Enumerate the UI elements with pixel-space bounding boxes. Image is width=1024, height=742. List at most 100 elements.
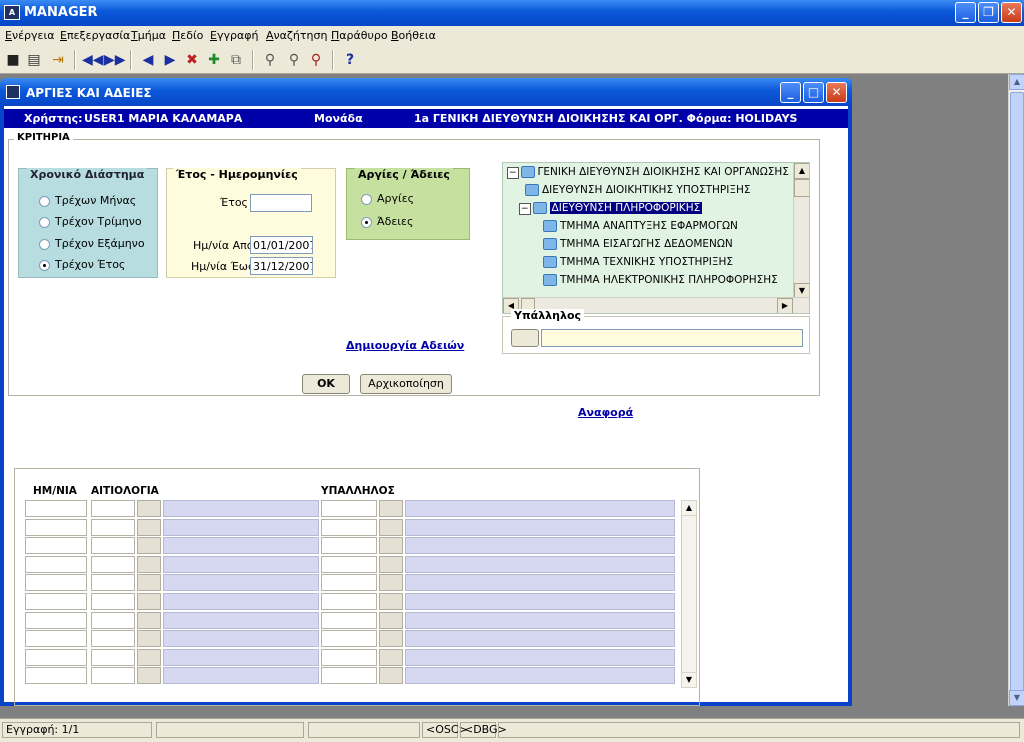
period-option-quarter[interactable]: Τρέχον Τρίμηνο [39,215,142,228]
reason-description-cell[interactable] [163,574,319,592]
reason-description-cell[interactable] [163,537,319,555]
reason-lookup-button[interactable] [137,667,161,685]
window-maximize-icon[interactable]: □ [803,82,824,103]
employee-name-cell[interactable] [405,574,675,592]
employee-lookup-button[interactable] [379,537,403,555]
minimize-icon[interactable]: _ [955,2,976,23]
date-cell[interactable] [25,648,87,666]
employee-name-cell[interactable] [405,537,675,555]
date-cell[interactable] [25,555,87,573]
menu-help[interactable]: Βοήθεια [391,29,436,42]
main-vertical-scrollbar[interactable]: ▲ ▼ [1008,74,1024,706]
employee-lookup-button[interactable] [511,329,539,347]
date-cell[interactable] [25,574,87,592]
date-cell[interactable] [25,593,87,610]
employee-code-cell[interactable] [321,518,377,536]
reason-description-cell[interactable] [163,630,319,648]
reason-code-cell[interactable] [91,500,135,517]
scroll-down-icon[interactable]: ▼ [681,672,697,688]
reason-code-cell[interactable] [91,555,135,573]
reason-code-cell[interactable] [91,648,135,666]
cancel-query-icon[interactable]: ⚲ [306,50,326,70]
create-leaves-link[interactable]: Δημιουργία Αδειών [346,339,464,352]
query-icon[interactable]: ⚲ [260,50,280,70]
period-option-semester[interactable]: Τρέχον Εξάμηνο [39,237,145,250]
reason-lookup-button[interactable] [137,574,161,592]
employee-code-cell[interactable] [321,500,377,517]
employee-name-cell[interactable] [405,500,675,517]
period-option-month[interactable]: Τρέχων Μήνας [39,194,136,207]
scroll-up-icon[interactable]: ▲ [794,163,809,179]
scroll-right-icon[interactable]: ▶ [777,298,793,313]
reason-lookup-button[interactable] [137,555,161,573]
save-icon[interactable]: ■ [3,50,23,70]
restore-icon[interactable]: ❐ [978,2,999,23]
reason-lookup-button[interactable] [137,611,161,629]
employee-code-cell[interactable] [321,555,377,573]
delete-record-icon[interactable]: ✖ [182,50,202,70]
tree-node[interactable]: ΤΜΗΜΑ ΕΙΣΑΓΩΓΗΣ ΔΕΔΟΜΕΝΩΝ [505,235,795,253]
date-cell[interactable] [25,630,87,648]
from-date-input[interactable]: 01/01/2007 [250,236,313,254]
report-link[interactable]: Αναφορά [578,406,633,419]
reason-lookup-button[interactable] [137,518,161,536]
reason-description-cell[interactable] [163,648,319,666]
reason-description-cell[interactable] [163,611,319,629]
tree-node[interactable]: ΔΙΕΥΘΥΝΣΗ ΔΙΟΙΚΗΤΙΚΗΣ ΥΠΟΣΤΗΡΙΞΗΣ [505,181,795,199]
employee-input[interactable] [541,329,803,347]
radio-icon[interactable] [39,195,50,207]
tree-node[interactable]: ΤΜΗΜΑ ΤΕΧΝΙΚΗΣ ΥΠΟΣΤΗΡΙΞΗΣ [505,253,795,271]
grid-vertical-scrollbar[interactable]: ▲ ▼ [681,500,697,688]
menu-section[interactable]: Τμήμα [131,29,166,42]
close-icon[interactable]: ✕ [1001,2,1022,23]
employee-lookup-button[interactable] [379,611,403,629]
date-cell[interactable] [25,537,87,555]
reason-description-cell[interactable] [163,593,319,610]
year-input[interactable] [250,194,312,212]
menu-field[interactable]: Πεδίο [172,29,203,42]
option-holidays[interactable]: Αργίες [361,192,414,205]
reason-code-cell[interactable] [91,611,135,629]
insert-record-icon[interactable]: ✚ [204,50,224,70]
reason-lookup-button[interactable] [137,648,161,666]
tree-node-selected[interactable]: − ΔΙΕΥΘΥΝΣΗ ΠΛΗΡΟΦΟΡΙΚΗΣ [505,199,795,217]
employee-name-cell[interactable] [405,648,675,666]
reset-button[interactable]: Αρχικοποίηση [360,374,452,394]
reason-lookup-button[interactable] [137,630,161,648]
scroll-down-icon[interactable]: ▼ [1009,690,1024,706]
employee-code-cell[interactable] [321,611,377,629]
first-record-icon[interactable]: ◀◀ [82,50,104,70]
period-option-year[interactable]: Τρέχον Έτος [39,258,125,271]
menu-action[interactable]: Ενέργεια [5,29,54,42]
exit-icon[interactable]: ⇥ [48,50,68,70]
reason-code-cell[interactable] [91,518,135,536]
reason-code-cell[interactable] [91,537,135,555]
reason-description-cell[interactable] [163,555,319,573]
employee-lookup-button[interactable] [379,518,403,536]
execute-query-icon[interactable]: ⚲ [284,50,304,70]
duplicate-record-icon[interactable]: ⧉ [226,50,246,70]
employee-name-cell[interactable] [405,667,675,685]
scroll-up-icon[interactable]: ▲ [681,500,697,516]
previous-record-icon[interactable]: ◀ [138,50,158,70]
date-cell[interactable] [25,667,87,685]
employee-lookup-button[interactable] [379,667,403,685]
scroll-thumb[interactable] [794,179,809,197]
employee-code-cell[interactable] [321,648,377,666]
date-cell[interactable] [25,611,87,629]
tree-node[interactable]: − ΓΕΝΙΚΗ ΔΙΕΥΘΥΝΣΗ ΔΙΟΙΚΗΣΗΣ ΚΑΙ ΟΡΓΑΝΩΣΗ… [505,163,795,181]
employee-code-cell[interactable] [321,630,377,648]
menu-window[interactable]: Παράθυρο [331,29,388,42]
employee-name-cell[interactable] [405,555,675,573]
employee-name-cell[interactable] [405,593,675,610]
option-leaves[interactable]: Άδειες [361,215,413,228]
tree-node[interactable]: ΤΜΗΜΑ ΗΛΕΚΤΡΟΝΙΚΗΣ ΠΛΗΡΟΦΟΡΗΣΗΣ [505,271,795,289]
reason-lookup-button[interactable] [137,500,161,517]
date-cell[interactable] [25,500,87,517]
reason-description-cell[interactable] [163,500,319,517]
window-close-icon[interactable]: ✕ [826,82,847,103]
reason-lookup-button[interactable] [137,593,161,610]
employee-lookup-button[interactable] [379,593,403,610]
reason-description-cell[interactable] [163,518,319,536]
scroll-thumb[interactable] [1010,92,1024,692]
